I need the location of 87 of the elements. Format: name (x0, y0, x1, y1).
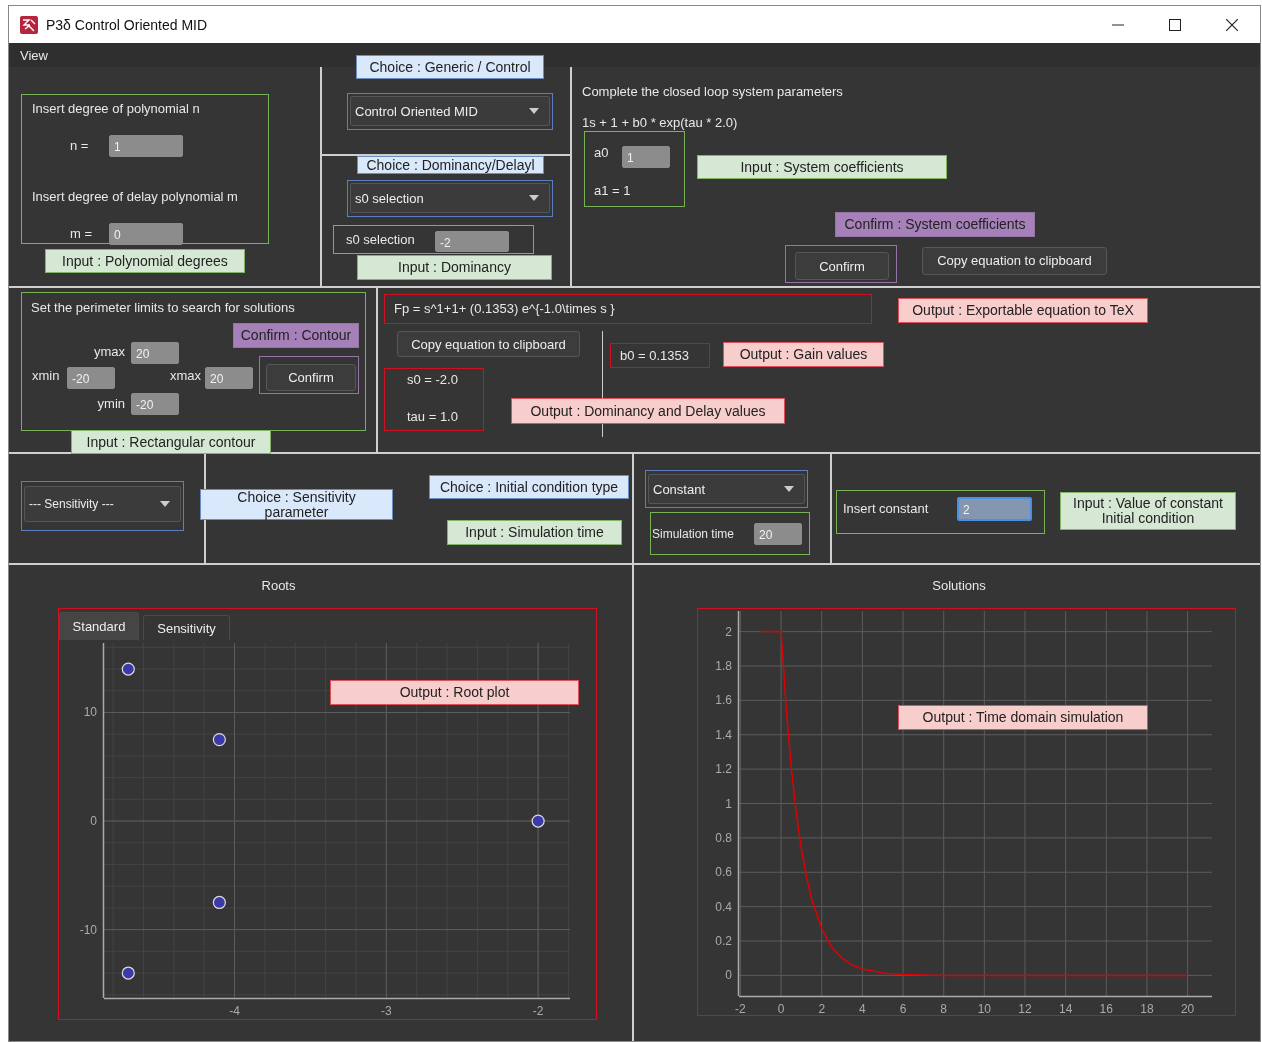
tick-label: 0 (725, 968, 732, 983)
tick-label: -4 (229, 1004, 240, 1017)
tick-label: -2 (735, 1002, 746, 1015)
copy-button[interactable]: Copy equation to clipboard (922, 246, 1107, 275)
annotation-label: Choice : Generic / Control (356, 55, 544, 79)
value-text: a1 = 1 (594, 183, 632, 199)
confirm-button[interactable]: Confirm (266, 364, 356, 391)
tick-label: 1 (725, 796, 732, 811)
caret-icon (529, 108, 539, 114)
tick-label: 18 (1140, 1002, 1154, 1015)
annotation-label: Output : Dominancy and Delay values (511, 398, 785, 424)
tick-label: 1.8 (715, 659, 732, 673)
caret-icon (160, 501, 170, 507)
field-label: xmax (169, 368, 202, 384)
annotation-label: Output : Root plot (330, 680, 579, 705)
annotation-label: Choice : Sensitivity parameter (200, 489, 393, 520)
field-label: n = (70, 138, 90, 154)
tick-label: 0.8 (715, 830, 732, 845)
tick-label: 2 (818, 1002, 826, 1015)
field-label: s0 selection (346, 232, 416, 248)
annotation-label: Confirm : System coefficients (835, 212, 1035, 237)
tick-label: 14 (1058, 1002, 1073, 1015)
dropdown[interactable]: s0 selection (350, 183, 550, 213)
tick-label: 6 (899, 1002, 907, 1015)
equation-text: Fp = s^1+1+ (0.1353) e^{-1.0\times s } (394, 301, 615, 317)
tick-label: 0 (90, 814, 97, 829)
confirm-button[interactable]: Confirm (795, 252, 889, 280)
tick-label: 0.6 (715, 865, 732, 880)
menu-item[interactable]: View (20, 47, 48, 63)
field-label: Insert constant (843, 501, 930, 517)
tick-label: -2 (532, 1004, 544, 1017)
heading-text: Complete the closed loop system parameters (582, 84, 844, 100)
dropdown[interactable]: --- Sensitivity --- (24, 486, 181, 522)
value-text: s0 = -2.0 (407, 372, 459, 388)
field-label: ymax (93, 344, 126, 360)
annotation-label: Choice : Initial condition type (429, 475, 629, 499)
caret-icon (529, 195, 539, 201)
tick-label: 1.4 (715, 727, 732, 742)
caret-icon (784, 486, 794, 492)
annotation-label: Output : Gain values (723, 342, 884, 367)
tick-label: 12 (1018, 1002, 1032, 1015)
annotation-label: Input : Polynomial degrees (45, 249, 245, 273)
tick-label: 8 (940, 1002, 948, 1015)
tick-label: -10 (79, 922, 97, 937)
equation-text: 1s + 1 + b0 * exp(tau * 2.0) (582, 115, 739, 131)
field-label: ymin (97, 396, 126, 412)
tick-label: -3 (381, 1004, 392, 1017)
panel-title: Roots (260, 578, 297, 594)
annotation-label: Input : Rectangular contour (71, 430, 271, 454)
tick-label: 16 (1099, 1002, 1113, 1015)
dropdown[interactable]: Constant (648, 474, 805, 504)
field-label: Simulation time (652, 525, 736, 542)
annotation-label: Input : Simulation time (447, 520, 622, 545)
tick-label: 1.2 (715, 762, 732, 777)
annotation-label: Input : Value of constant Initial condition (1060, 492, 1236, 530)
prompt-text: Insert degree of polynomial n (32, 101, 201, 117)
tick-label: 1.6 (715, 693, 732, 708)
value-text: tau = 1.0 (407, 409, 459, 425)
tick-label: 4 (859, 1002, 866, 1015)
close-icon (1225, 18, 1238, 31)
dropdown[interactable]: Control Oriented MID (350, 96, 550, 126)
tab[interactable]: Standard (59, 612, 139, 640)
app-icon (20, 15, 38, 34)
maximize-icon (1168, 18, 1181, 31)
field-label: m = (70, 226, 94, 242)
panel-title: Solutions (931, 578, 987, 594)
annotation-label: Confirm : Contour (233, 323, 359, 348)
annotation-label: Output : Exportable equation to TeX (898, 298, 1148, 323)
value-text: b0 = 0.1353 (620, 347, 690, 364)
tick-label: 0.4 (715, 899, 732, 914)
tick-label: 10 (83, 705, 97, 720)
annotation-label: Input : Dominancy (357, 255, 552, 280)
copy-button[interactable]: Copy equation to clipboard (397, 331, 580, 357)
heading-text: Set the perimeter limits to search for solutions (31, 300, 296, 316)
tab[interactable]: Sensitivity (143, 615, 230, 640)
window-title: P3δ Control Oriented MID (46, 16, 208, 33)
prompt-text: Insert degree of delay polynomial m (32, 189, 239, 205)
field-label: a0 (594, 145, 610, 161)
annotation-label: Input : System coefficients (697, 155, 947, 179)
tick-label: 0 (777, 1002, 785, 1015)
annotation-label: Choice : Dominancy/Delayl (357, 156, 544, 174)
tick-label: 2 (725, 624, 732, 639)
tick-label: 10 (977, 1002, 991, 1015)
field-label: xmin (31, 368, 60, 384)
tick-label: 20 (1180, 1002, 1195, 1015)
tick-label: 0.2 (715, 934, 732, 948)
annotation-label: Output : Time domain simulation (898, 705, 1148, 730)
